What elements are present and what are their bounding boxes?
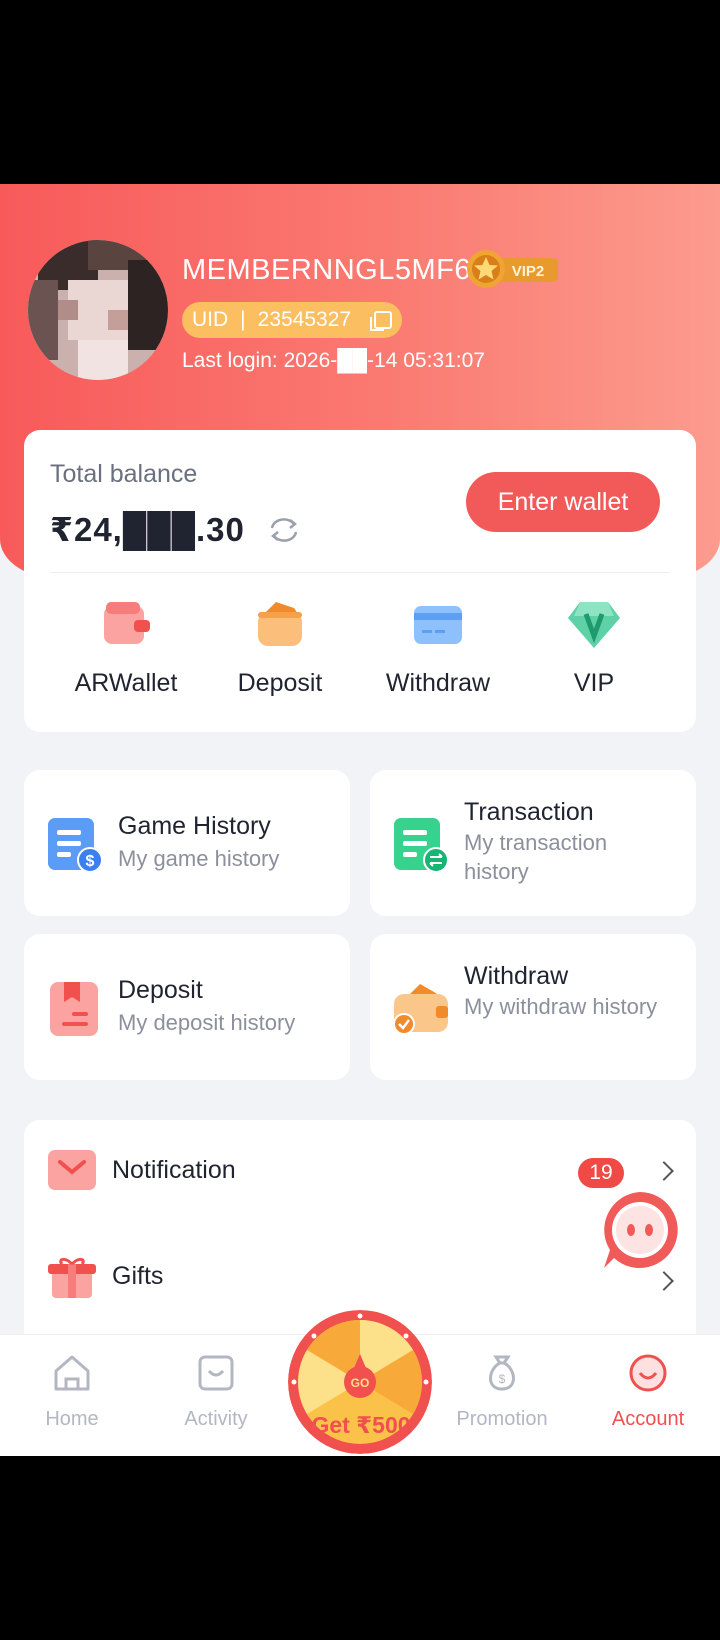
card-subtitle: My transaction history	[464, 830, 608, 884]
card-title: Transaction	[464, 798, 594, 826]
uid-label: UID	[192, 308, 229, 331]
list-item-gifts[interactable]: Gifts	[24, 1232, 696, 1322]
nav-home[interactable]: Home	[12, 1353, 132, 1431]
account-screen: MEMBERNNGL5MF6 VIP2 UID | 23545327 Last …	[0, 184, 720, 1456]
uid-value: 23545327	[257, 308, 352, 331]
quick-label: Deposit	[237, 669, 323, 697]
transaction-card[interactable]: Transaction My transaction history	[370, 770, 696, 916]
quick-vip[interactable]: VIP	[514, 598, 674, 698]
nav-label: Promotion	[456, 1408, 548, 1430]
vip-gem-icon	[568, 602, 620, 648]
card-title: Withdraw	[464, 962, 569, 990]
chevron-right-icon	[654, 1161, 674, 1181]
uid-pill[interactable]: UID | 23545327	[182, 302, 402, 338]
refresh-icon[interactable]	[264, 512, 304, 548]
customer-service-icon[interactable]	[598, 1188, 682, 1272]
get-reward-label[interactable]: Get ₹500	[296, 1412, 426, 1439]
notification-count-badge: 19	[578, 1158, 624, 1188]
withdraw-history-card[interactable]: Withdraw My withdraw history	[370, 934, 696, 1080]
avatar[interactable]	[28, 240, 168, 380]
nav-label: Activity	[184, 1408, 248, 1430]
nav-promotion[interactable]: $ Promotion	[442, 1353, 562, 1431]
account-icon	[629, 1354, 667, 1392]
nav-label: Account	[611, 1408, 685, 1430]
deposit-history-icon	[50, 982, 98, 1036]
quick-withdraw[interactable]: Withdraw	[358, 598, 518, 698]
gift-icon	[48, 1257, 96, 1298]
card-subtitle: My game history	[118, 846, 280, 871]
card-title: Game History	[118, 812, 271, 840]
card-subtitle: My withdraw history	[464, 994, 658, 1019]
nav-account[interactable]: Account	[588, 1353, 708, 1431]
transaction-icon	[394, 818, 448, 873]
vip-badge-label: VIP2	[512, 263, 545, 280]
activity-bag-icon	[198, 1355, 234, 1391]
game-history-card[interactable]: $ Game History My game history	[24, 770, 350, 916]
list-label: Gifts	[112, 1262, 164, 1290]
quick-label: ARWallet	[74, 669, 178, 697]
withdraw-history-icon	[394, 984, 448, 1035]
uid-separator: |	[240, 308, 246, 331]
quick-label: Withdraw	[385, 669, 491, 697]
card-subtitle: My deposit history	[118, 1010, 296, 1035]
mail-icon	[48, 1150, 96, 1190]
balance-card: Total balance ₹24,███.30 Enter wallet AR…	[24, 430, 696, 732]
balance-value: ₹24,███.30	[50, 511, 245, 548]
svg-text:$: $	[499, 1372, 506, 1386]
nav-label: Home	[45, 1408, 99, 1430]
username: MEMBERNNGL5MF6	[182, 254, 471, 286]
enter-wallet-button[interactable]: Enter wallet	[466, 472, 660, 532]
balance-divider	[50, 572, 670, 573]
deposit-history-card[interactable]: Deposit My deposit history	[24, 934, 350, 1080]
chevron-right-icon	[654, 1271, 674, 1291]
vip-badge: VIP2	[467, 250, 558, 288]
list-label: Notification	[112, 1156, 236, 1184]
list-item-notification[interactable]: Notification 19	[24, 1126, 696, 1216]
quick-deposit[interactable]: Deposit	[200, 598, 360, 698]
balance-label: Total balance	[50, 460, 198, 488]
card-icon	[414, 606, 462, 644]
wallet-icon	[104, 602, 150, 644]
deposit-icon	[258, 602, 302, 646]
quick-arwallet[interactable]: ARWallet	[46, 598, 206, 698]
copy-icon[interactable]	[370, 311, 392, 331]
svg-text:$: $	[86, 853, 95, 870]
card-title: Deposit	[118, 976, 203, 1004]
home-icon	[54, 1355, 90, 1391]
last-login: Last login: 2026-██-14 05:31:07	[182, 349, 485, 372]
go-label: GO	[351, 1376, 370, 1390]
nav-activity[interactable]: Activity	[156, 1353, 276, 1431]
game-history-icon: $	[48, 818, 102, 873]
money-bag-icon: $	[489, 1355, 515, 1391]
quick-label: VIP	[573, 669, 615, 697]
